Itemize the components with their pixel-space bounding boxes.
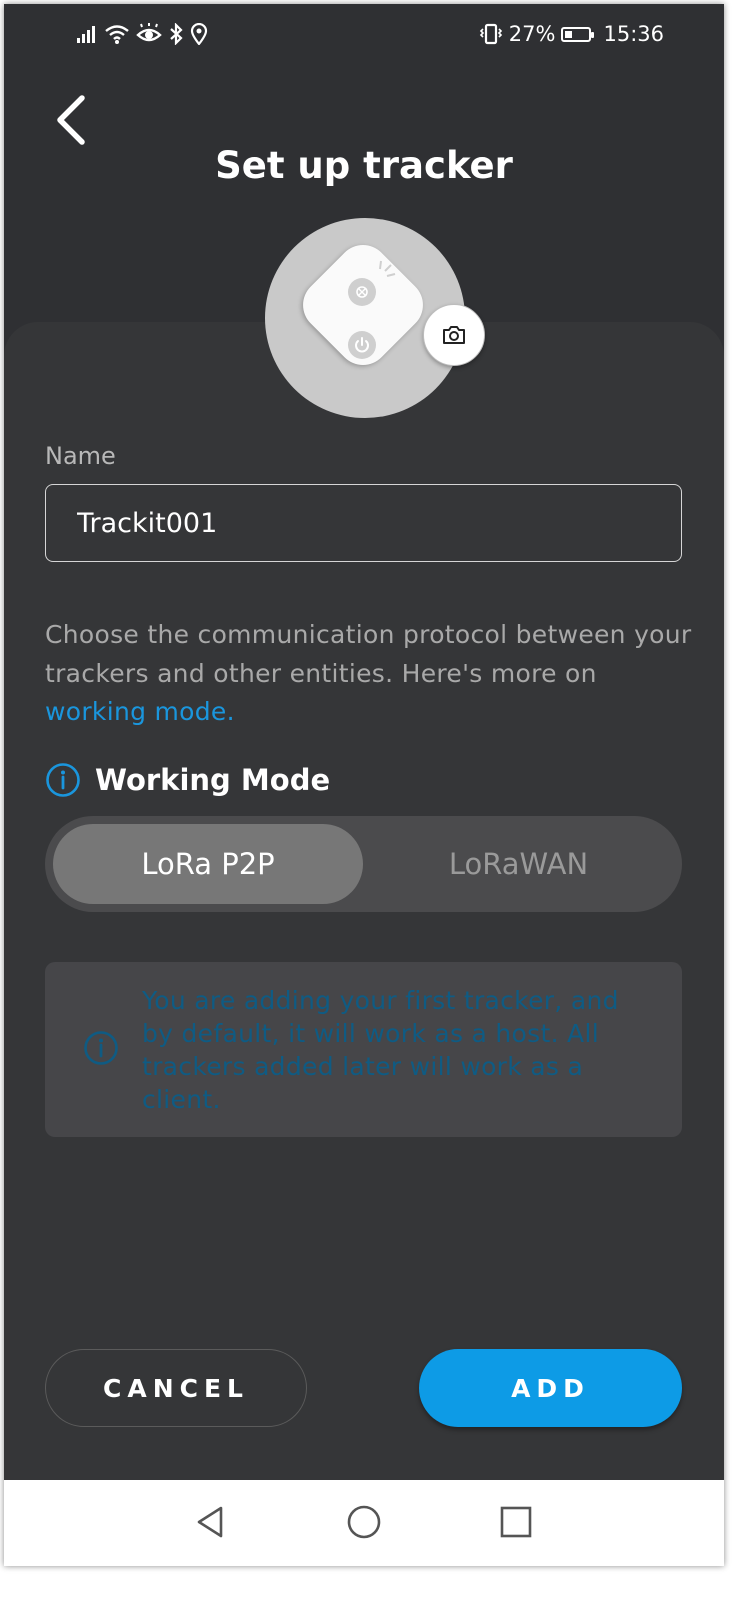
working-mode-header: Working Mode: [45, 762, 330, 798]
info-icon: [84, 1031, 118, 1065]
clock: 15:36: [603, 22, 664, 46]
info-icon[interactable]: [45, 762, 81, 798]
wifi-icon: [105, 25, 129, 44]
battery-icon: [561, 26, 595, 42]
battery-percent: 27%: [508, 22, 556, 46]
recents-square-icon[interactable]: [494, 1500, 538, 1544]
working-mode-toggle: LoRa P2P LoRaWAN: [45, 816, 682, 912]
back-button[interactable]: [46, 90, 96, 150]
vibrate-icon: [479, 23, 502, 45]
status-bar: 27% 15:36: [4, 4, 724, 64]
status-bar-right: 27% 15:36: [479, 21, 664, 47]
host-info-box: You are adding your first tracker, and b…: [45, 962, 682, 1137]
change-photo-button[interactable]: [423, 304, 485, 366]
page-title: Set up tracker: [215, 144, 513, 187]
option-lora-p2p[interactable]: LoRa P2P: [53, 824, 363, 904]
working-mode-title: Working Mode: [95, 763, 331, 797]
working-mode-link[interactable]: working mode.: [45, 697, 235, 726]
phone-screen: 27% 15:36 Set up tracker Name Trackit001…: [4, 4, 724, 1566]
status-bar-left: [76, 21, 208, 47]
protocol-description-text: Choose the communication protocol betwee…: [45, 620, 692, 688]
navigation-bar: [4, 1480, 724, 1566]
home-circle-icon[interactable]: [342, 1500, 386, 1544]
host-info-text: You are adding your first tracker, and b…: [142, 986, 619, 1114]
signal-rays-icon: [379, 260, 396, 277]
camera-icon: [443, 326, 465, 344]
back-triangle-icon[interactable]: [189, 1500, 233, 1544]
name-label: Name: [45, 442, 116, 470]
bluetooth-icon: [170, 23, 183, 45]
signal-icon: [77, 26, 95, 43]
power-icon: [348, 331, 376, 359]
location-icon: [190, 23, 208, 45]
cancel-button[interactable]: CANCEL: [45, 1349, 307, 1427]
add-button[interactable]: ADD: [419, 1349, 682, 1427]
protocol-description: Choose the communication protocol betwee…: [45, 616, 695, 732]
eye-icon: [136, 23, 162, 42]
option-lorawan[interactable]: LoRaWAN: [363, 824, 674, 904]
tracker-logo-icon: [348, 278, 376, 306]
chevron-left-icon: [57, 95, 85, 145]
name-input[interactable]: [45, 484, 682, 562]
